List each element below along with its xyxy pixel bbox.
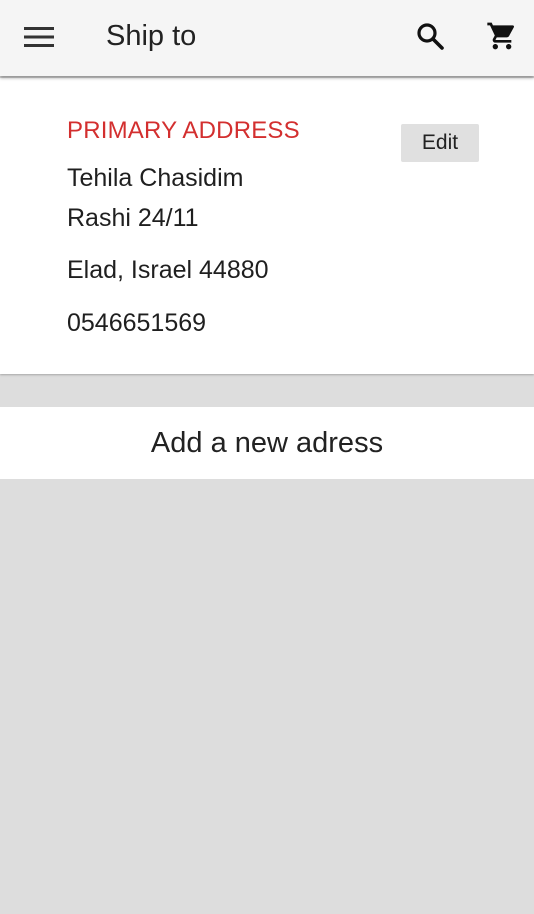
hamburger-menu-icon bbox=[24, 27, 54, 47]
cart-button[interactable] bbox=[480, 14, 524, 58]
app-bar: Ship to bbox=[0, 0, 534, 76]
recipient-name: Tehila Chasidim bbox=[67, 164, 244, 192]
city-country-zip: Elad, Israel 44880 bbox=[67, 256, 269, 284]
add-new-address-button[interactable]: Add a new adress bbox=[0, 407, 534, 479]
menu-button[interactable] bbox=[18, 17, 60, 57]
page-title: Ship to bbox=[106, 20, 197, 52]
phone-number: 0546651569 bbox=[67, 309, 207, 337]
edit-button[interactable]: Edit bbox=[401, 124, 479, 162]
primary-address-card: PRIMARY ADDRESS Edit Tehila Chasidim Ras… bbox=[0, 78, 534, 374]
shopping-cart-icon bbox=[487, 22, 515, 50]
street-address: Rashi 24/11 bbox=[67, 204, 199, 232]
primary-address-label: PRIMARY ADDRESS bbox=[67, 117, 300, 144]
search-icon bbox=[417, 23, 444, 50]
search-button[interactable] bbox=[408, 15, 452, 57]
